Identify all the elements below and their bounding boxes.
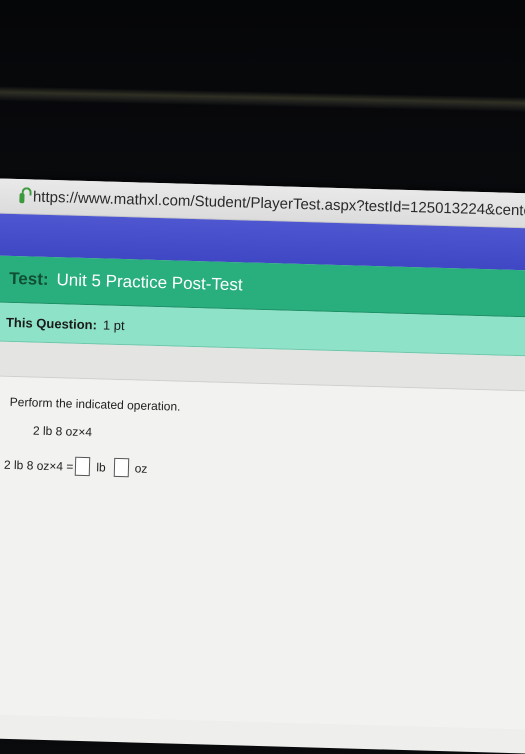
ounces-answer-input[interactable] (113, 457, 129, 478)
test-title: Unit 5 Practice Post-Test (56, 270, 243, 295)
unit-lb-label: lb (96, 459, 106, 475)
question-label: This Question: (5, 314, 98, 332)
lock-icon (19, 193, 26, 204)
url-text[interactable]: https://www.mathxl.com/Student/PlayerTes… (33, 188, 525, 220)
browser-screen: https://www.mathxl.com/Student/PlayerTes… (0, 178, 525, 754)
question-content: Perform the indicated operation. 2 lb 8 … (0, 375, 525, 730)
instruction-text: Perform the indicated operation. (9, 394, 181, 414)
answer-prefix: 2 lb 8 oz×4 = (3, 457, 74, 474)
problem-expression: 2 lb 8 oz×4 (32, 423, 93, 440)
test-label: Test: (8, 268, 49, 289)
question-points: 1 pt (102, 316, 125, 333)
unit-oz-label: oz (134, 460, 148, 476)
answer-line: 2 lb 8 oz×4 = lb oz (4, 455, 525, 489)
pounds-answer-input[interactable] (75, 456, 91, 477)
